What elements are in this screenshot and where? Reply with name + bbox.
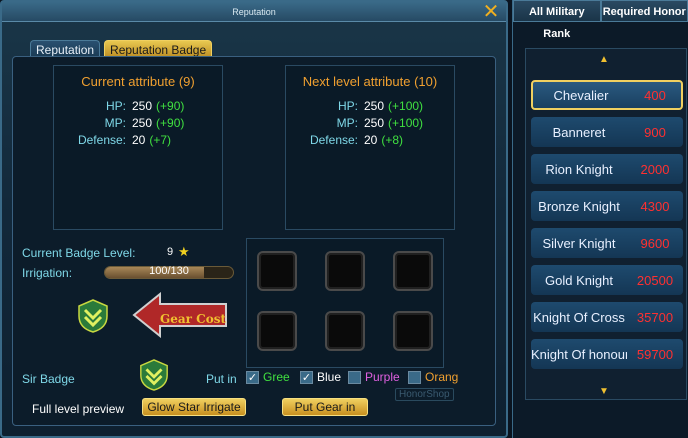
rank-name: Knight Of honour: [531, 346, 627, 362]
rank-name: Banneret: [552, 124, 606, 140]
gear-slots-panel: [246, 238, 444, 368]
irrigation-value: 100/130: [149, 265, 189, 277]
mp-value: 250: [132, 116, 153, 130]
defense-value: 20: [132, 133, 146, 147]
rank-honor: 2000: [640, 161, 670, 177]
gear-cost-label: Gear Cost: [160, 312, 227, 326]
mp-bonus: (+100): [388, 116, 424, 130]
checkbox-icon[interactable]: ✓: [246, 370, 259, 384]
rank-name: Rion Knight: [545, 161, 613, 177]
rank-row[interactable]: Knight Of Cross 35700: [531, 302, 683, 332]
sir-badge-label: Sir Badge: [22, 372, 75, 386]
mp-label: MP:: [336, 116, 358, 130]
rank-table-header: All Military Rank Required Honor: [513, 0, 688, 40]
rank-honor: 59700: [636, 346, 674, 362]
checkbox-blue[interactable]: ✓ Blue: [300, 370, 341, 384]
honor-shop-button[interactable]: HonorShop: [395, 388, 454, 401]
hp-label: HP:: [337, 99, 358, 113]
hp-bonus: (+100): [388, 99, 424, 113]
gear-slot[interactable]: [257, 311, 297, 351]
rank-honor: 400: [644, 87, 666, 103]
rank-name: Bronze Knight: [538, 198, 620, 214]
glow-star-irrigate-button[interactable]: Glow Star Irrigate: [142, 398, 246, 416]
rank-honor: 4300: [640, 198, 670, 214]
checkbox-purple[interactable]: Purple: [348, 370, 400, 384]
sir-badge-icon: [140, 359, 168, 391]
irrigation-label: Irrigation:: [22, 266, 73, 280]
rank-row[interactable]: Bronze Knight 4300: [531, 191, 683, 221]
hp-value: 250: [132, 99, 153, 113]
gear-slot[interactable]: [325, 251, 365, 291]
close-icon[interactable]: ✕: [482, 2, 500, 22]
rank-name: Silver Knight: [542, 235, 616, 251]
badge-level-value: 9: [167, 246, 174, 258]
rank-row[interactable]: Rion Knight 2000: [531, 154, 683, 184]
military-rank-panel: All Military Rank Required Honor ▲ ▼ Che…: [512, 0, 688, 438]
current-attribute-title: Current attribute (9): [81, 74, 195, 89]
checkbox-label: Purple: [365, 370, 400, 384]
column-header-rank: All Military Rank: [513, 0, 601, 40]
checkbox-icon[interactable]: [348, 370, 361, 384]
rank-row[interactable]: Knight Of honour 59700: [531, 339, 683, 369]
rank-name: Knight Of Cross: [533, 309, 625, 325]
rank-honor: 20500: [636, 272, 674, 288]
gear-slot[interactable]: [393, 311, 433, 351]
hp-bonus: (+90): [156, 99, 185, 113]
put-gear-in-button[interactable]: Put Gear in: [282, 398, 368, 416]
next-attribute-box: Next level attribute (10) HP: 250 (+100)…: [285, 65, 455, 230]
checkbox-label: Gree: [263, 370, 290, 384]
mp-value: 250: [364, 116, 385, 130]
current-attribute-box: Current attribute (9) HP: 250 (+90) MP: …: [53, 65, 223, 230]
next-attribute-title: Next level attribute (10): [302, 74, 438, 89]
defense-label: Defense:: [77, 133, 126, 147]
rank-row[interactable]: Banneret 900: [531, 117, 683, 147]
defense-label: Defense:: [309, 133, 358, 147]
rank-name: Gold Knight: [545, 272, 613, 288]
gear-slot[interactable]: [325, 311, 365, 351]
mp-label: MP:: [104, 116, 126, 130]
defense-value: 20: [364, 133, 378, 147]
rank-row[interactable]: Chevalier 400: [531, 80, 683, 110]
put-in-label: Put in: [206, 372, 237, 386]
badge-icon: [78, 299, 108, 333]
rank-honor: 900: [644, 124, 666, 140]
defense-bonus: (+8): [381, 133, 404, 147]
gear-slot[interactable]: [257, 251, 297, 291]
defense-bonus: (+7): [149, 133, 172, 147]
checkbox-green[interactable]: ✓ Gree: [246, 370, 290, 384]
star-icon: ★: [178, 244, 190, 259]
scroll-up-icon[interactable]: ▲: [599, 54, 609, 65]
full-level-preview-link[interactable]: Full level preview: [32, 402, 124, 416]
hp-value: 250: [364, 99, 385, 113]
checkbox-label: Blue: [317, 370, 342, 384]
column-header-honor: Required Honor: [600, 0, 688, 22]
checkbox-orange[interactable]: Orang: [408, 370, 458, 384]
scroll-down-icon[interactable]: ▼: [599, 386, 609, 397]
rank-row[interactable]: Silver Knight 9600: [531, 228, 683, 258]
checkbox-icon[interactable]: ✓: [300, 370, 313, 384]
window-title: Reputation: [2, 2, 506, 22]
checkbox-label: Orang: [425, 370, 459, 384]
rank-honor: 35700: [636, 309, 674, 325]
hp-label: HP:: [105, 99, 126, 113]
mp-bonus: (+90): [156, 116, 185, 130]
rank-name: Chevalier: [553, 87, 609, 103]
gear-slot[interactable]: [393, 251, 433, 291]
rank-honor: 9600: [640, 235, 670, 251]
checkbox-icon[interactable]: [408, 370, 421, 384]
badge-level-label: Current Badge Level:: [22, 246, 136, 260]
rank-row[interactable]: Gold Knight 20500: [531, 265, 683, 295]
